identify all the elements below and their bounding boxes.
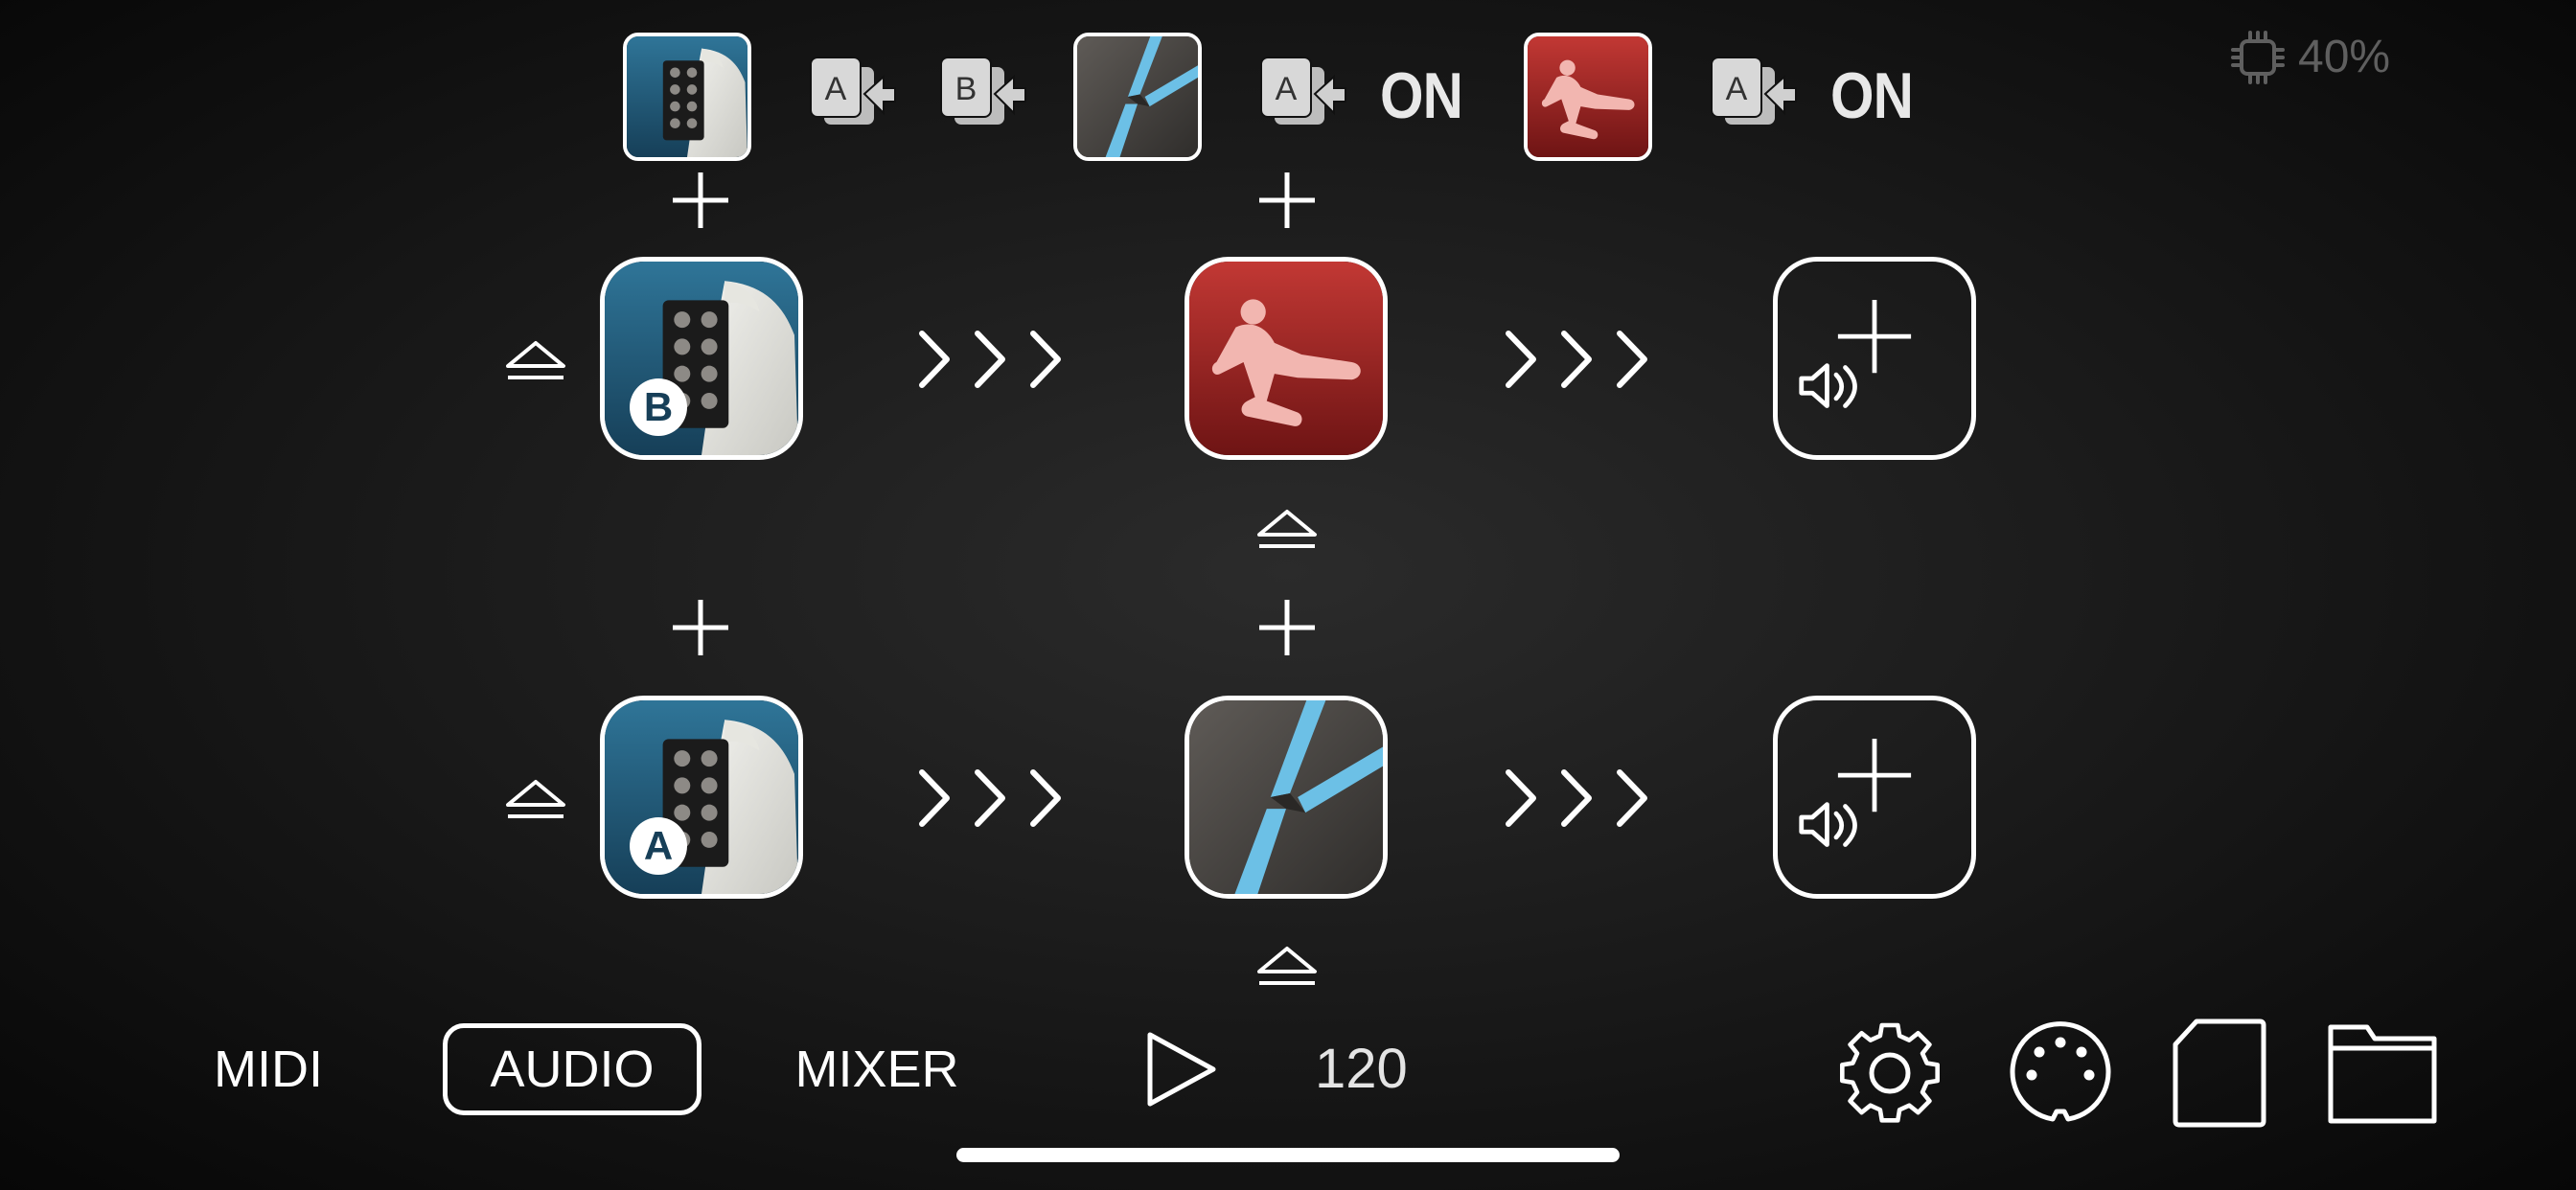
eject-icon[interactable] <box>1254 943 1321 989</box>
add-midi-plus-button[interactable] <box>1255 596 1319 659</box>
dots-grid-sampler-app-icon <box>605 700 798 894</box>
signal-flow-arrows-icon <box>1501 765 1654 832</box>
open-session-button[interactable] <box>2325 1019 2440 1127</box>
add-midi-plus-button[interactable] <box>669 596 732 659</box>
midi-route-a-icon[interactable]: A <box>801 52 901 148</box>
home-indicator[interactable] <box>956 1148 1620 1162</box>
chain-1-instrument-mini[interactable] <box>623 33 751 161</box>
plus-icon <box>1259 172 1315 228</box>
midi-din-icon <box>2010 1021 2111 1122</box>
folder-icon <box>2328 1024 2437 1124</box>
settings-button[interactable] <box>1836 1019 1944 1127</box>
chain-2-effect-mini[interactable] <box>1073 33 1202 161</box>
chain-a-source-instrument[interactable]: A <box>600 696 803 899</box>
add-midi-plus-button[interactable] <box>669 169 732 232</box>
midi-port-button[interactable] <box>2007 1019 2114 1127</box>
tab-mixer[interactable]: MIXER <box>786 1023 968 1115</box>
signal-flow-arrows-icon <box>1501 326 1654 393</box>
play-button[interactable] <box>1140 1029 1221 1110</box>
chain-2-midi-toggle[interactable]: ON <box>1380 63 1463 128</box>
chain-b-add-output[interactable] <box>1773 257 1976 460</box>
plus-icon <box>1259 600 1315 655</box>
dots-grid-sampler-app-icon <box>605 262 798 455</box>
add-output-speaker-icon <box>1799 739 1912 847</box>
chain-a-add-output[interactable] <box>1773 696 1976 899</box>
chain-b-effect[interactable] <box>1184 257 1388 460</box>
tempo-bpm[interactable]: 120 <box>1315 1035 1408 1104</box>
cpu-percent: 40% <box>2298 32 2391 82</box>
svg-text:B: B <box>955 71 978 107</box>
add-midi-plus-button[interactable] <box>1255 169 1319 232</box>
chain-3-midi-toggle[interactable]: ON <box>1830 63 1914 128</box>
gear-icon <box>1840 1022 1940 1123</box>
play-icon <box>1147 1032 1216 1107</box>
signal-flow-arrows-icon <box>914 765 1068 832</box>
eject-icon[interactable] <box>502 337 569 383</box>
plus-icon <box>673 600 728 655</box>
eject-icon[interactable] <box>502 776 569 822</box>
midi-route-a-icon[interactable]: A <box>1252 52 1351 148</box>
red-kick-effect-app-icon <box>1189 262 1383 455</box>
red-kick-effect-app-icon <box>1528 36 1648 157</box>
svg-text:A: A <box>1726 71 1748 107</box>
plus-icon <box>673 172 728 228</box>
chain-a-effect[interactable] <box>1184 696 1388 899</box>
tab-midi[interactable]: MIDI <box>192 1023 345 1115</box>
chain-badge-a: A <box>630 817 687 875</box>
cpu-chip-icon <box>2231 31 2285 84</box>
midi-route-b-icon[interactable]: B <box>932 52 1031 148</box>
blue-slash-effect-app-icon <box>1077 36 1198 157</box>
add-output-speaker-icon <box>1799 300 1912 408</box>
svg-text:A: A <box>825 71 847 107</box>
cpu-meter: 40% <box>2229 29 2390 86</box>
midi-route-a-icon[interactable]: A <box>1702 52 1802 148</box>
blue-slash-effect-app-icon <box>1189 700 1383 894</box>
dots-grid-sampler-app-icon <box>627 36 748 157</box>
new-session-button[interactable] <box>2172 1018 2267 1129</box>
chain-3-effect-mini[interactable] <box>1524 33 1652 161</box>
document-icon <box>2173 1018 2266 1128</box>
svg-text:A: A <box>1276 71 1298 107</box>
chain-b-source-instrument[interactable]: B <box>600 257 803 460</box>
eject-icon[interactable] <box>1254 506 1321 552</box>
signal-flow-arrows-icon <box>914 326 1068 393</box>
tab-audio[interactable]: AUDIO <box>443 1023 702 1115</box>
chain-badge-b: B <box>630 378 687 436</box>
